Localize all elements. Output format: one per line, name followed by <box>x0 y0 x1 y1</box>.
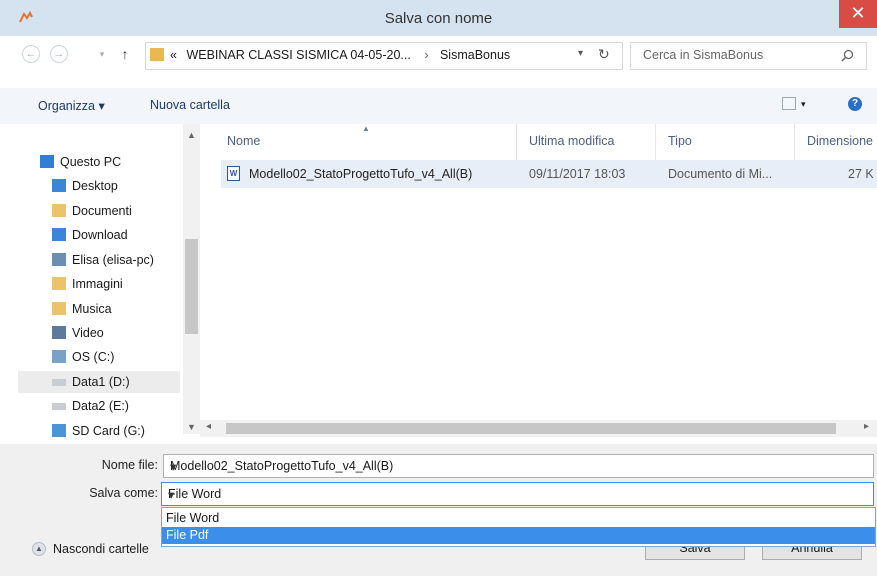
download-folder-icon <box>52 228 66 241</box>
nav-item-data2-e[interactable]: Data2 (E:) <box>52 395 129 417</box>
refresh-icon[interactable]: ↻ <box>598 46 610 63</box>
file-modified: 09/11/2017 18:03 <box>529 167 626 181</box>
file-type: Documento di Mi... <box>668 167 773 181</box>
column-header-size[interactable]: Dimensione <box>807 134 873 148</box>
nav-item-musica[interactable]: Musica <box>52 298 112 320</box>
chevron-down-icon[interactable]: ▾ <box>168 487 867 502</box>
filename-label: Nome file: <box>101 458 158 472</box>
breadcrumb: « WEBINAR CLASSI SISMICA 04-05-20... › S… <box>170 48 510 62</box>
scroll-up-icon[interactable]: ▲ <box>187 130 196 140</box>
option-file-word[interactable]: File Word <box>162 510 875 527</box>
nav-item-download[interactable]: Download <box>52 224 128 246</box>
help-icon[interactable]: ? <box>848 97 862 111</box>
close-button[interactable]: ✕ <box>839 0 877 28</box>
forward-button[interactable]: → <box>50 45 68 63</box>
nav-item-elisa[interactable]: Elisa (elisa-pc) <box>52 249 154 271</box>
column-header-type[interactable]: Tipo <box>668 134 692 148</box>
hide-folders-toggle[interactable]: Nascondi cartelle <box>53 542 149 556</box>
view-dropdown-icon[interactable]: ▾ <box>801 99 806 110</box>
nav-item-sd-card-g[interactable]: SD Card (G:) <box>52 420 145 442</box>
music-folder-icon <box>52 302 66 315</box>
pictures-folder-icon <box>52 277 66 290</box>
computer-icon <box>40 155 54 168</box>
column-divider[interactable] <box>794 124 795 160</box>
sort-ascending-icon: ▲ <box>362 124 370 133</box>
search-icon[interactable] <box>841 49 854 62</box>
search-box[interactable]: Cerca in SismaBonus <box>630 42 867 70</box>
system-drive-icon <box>52 350 66 363</box>
column-header-name[interactable]: Nome <box>227 134 260 148</box>
list-scroll-thumb[interactable] <box>226 423 836 434</box>
file-size: 27 K <box>848 167 874 181</box>
nav-item-desktop[interactable]: Desktop <box>52 175 118 197</box>
nav-item-questo-pc[interactable]: Questo PC <box>40 151 121 173</box>
savetype-label: Salva come: <box>89 486 158 500</box>
nav-item-immagini[interactable]: Immagini <box>52 273 123 295</box>
search-placeholder: Cerca in SismaBonus <box>643 48 764 62</box>
network-computer-icon <box>52 253 66 266</box>
column-divider[interactable] <box>655 124 656 160</box>
nav-scroll-thumb[interactable] <box>185 239 198 334</box>
new-folder-button[interactable]: Nuova cartella <box>150 98 230 112</box>
drive-icon <box>52 403 66 410</box>
video-folder-icon <box>52 326 66 339</box>
command-bar: Organizza ▾ Nuova cartella ▾ ? <box>0 88 877 124</box>
folder-icon <box>150 48 164 61</box>
up-button[interactable]: ↑ <box>115 44 135 64</box>
navigation-pane: Questo PC Desktop Documenti Download Eli… <box>0 124 200 444</box>
file-name: Modello02_StatoProgettoTufo_v4_All(B) <box>249 167 473 181</box>
scroll-down-icon[interactable]: ▼ <box>187 422 196 432</box>
drive-icon <box>52 379 66 386</box>
breadcrumb-separator[interactable]: › <box>424 48 428 62</box>
title-bar: Salva con nome ✕ <box>0 0 877 36</box>
breadcrumb-item[interactable]: WEBINAR CLASSI SISMICA 04-05-20... <box>186 48 410 62</box>
file-row[interactable]: W Modello02_StatoProgettoTufo_v4_All(B) … <box>221 160 877 188</box>
documents-folder-icon <box>52 204 66 217</box>
chevron-down-icon[interactable]: ▾ <box>170 459 867 474</box>
savetype-select[interactable]: File Word ▾ <box>161 482 874 506</box>
collapse-icon[interactable]: ▲ <box>32 542 46 556</box>
word-document-icon: W <box>227 166 240 181</box>
column-divider[interactable] <box>516 124 517 160</box>
filename-input[interactable]: Modello02_StatoProgettoTufo_v4_All(B) ▾ <box>163 454 874 478</box>
nav-scrollbar[interactable]: ▲ ▼ <box>183 124 200 434</box>
sd-card-icon <box>52 424 66 437</box>
organize-button[interactable]: Organizza ▾ <box>38 98 105 113</box>
nav-item-os-c[interactable]: OS (C:) <box>52 346 114 368</box>
address-dropdown-icon[interactable]: ▾ <box>578 48 583 59</box>
nav-item-documenti[interactable]: Documenti <box>52 200 132 222</box>
nav-item-video[interactable]: Video <box>52 322 104 344</box>
list-scrollbar[interactable]: ◂ ▸ <box>200 420 877 437</box>
breadcrumb-current[interactable]: SismaBonus <box>440 48 510 62</box>
window-title: Salva con nome <box>384 10 493 27</box>
savetype-dropdown: File Word File Pdf <box>161 507 876 547</box>
scroll-right-icon[interactable]: ▸ <box>864 421 869 432</box>
scroll-left-icon[interactable]: ◂ <box>206 421 211 432</box>
address-bar[interactable]: « WEBINAR CLASSI SISMICA 04-05-20... › S… <box>145 42 623 70</box>
recent-locations-icon[interactable]: ▾ <box>92 44 112 64</box>
view-options-icon[interactable] <box>782 97 796 110</box>
option-file-pdf[interactable]: File Pdf <box>162 527 875 544</box>
desktop-folder-icon <box>52 179 66 192</box>
back-button[interactable]: ← <box>22 45 40 63</box>
nav-item-data1-d[interactable]: Data1 (D:) <box>18 371 180 393</box>
column-header-modified[interactable]: Ultima modifica <box>529 134 614 148</box>
breadcrumb-overflow[interactable]: « <box>170 48 177 62</box>
